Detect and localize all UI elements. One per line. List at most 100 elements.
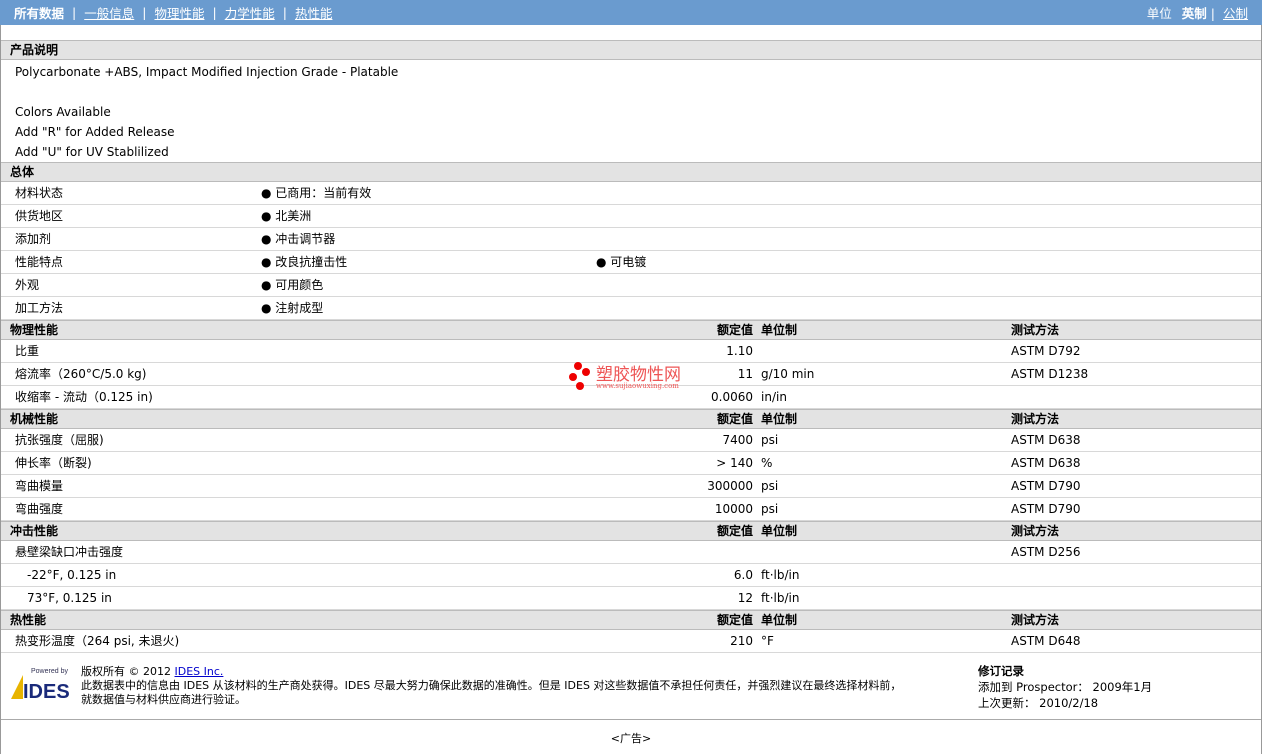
description-line: Polycarbonate +ABS, Impact Modified Inje…: [15, 65, 399, 79]
property-unit: psi: [761, 502, 779, 516]
property-label: 外观: [15, 278, 40, 292]
property-label: 伸长率（断裂): [15, 456, 92, 470]
property-label: 熔流率（260°C/5.0 kg): [15, 367, 147, 381]
property-label: 悬壁梁缺口冲击强度: [15, 545, 124, 559]
property-label: 弯曲模量: [15, 479, 64, 493]
col-value-header: 额定值: [716, 412, 753, 426]
property-value: ● 北美洲: [261, 209, 312, 223]
table-row: 抗张强度（屈服) 7400 psi ASTM D638: [1, 429, 1261, 452]
property-label: 收缩率 - 流动（0.125 in): [15, 390, 153, 404]
property-value: 11: [737, 367, 753, 381]
property-label: 材料状态: [15, 186, 64, 200]
svg-text:IDES: IDES: [23, 681, 70, 701]
property-label: -22°F, 0.125 in: [27, 568, 117, 582]
disclaimer: 此数据表中的信息由 IDES 从该材料的生产商处获得。IDES 尽最大努力确保此…: [81, 679, 902, 692]
property-label: 性能特点: [15, 255, 64, 269]
nav-physical[interactable]: 物理性能: [154, 3, 204, 22]
property-value: 7400: [722, 433, 753, 447]
property-label: 添加剂: [15, 232, 52, 246]
section-title: 物理性能: [10, 323, 59, 337]
table-row: 悬壁梁缺口冲击强度 ASTM D256: [1, 541, 1261, 564]
property-value: 6.0: [733, 568, 753, 582]
test-method: ASTM D638: [1011, 456, 1081, 470]
unit-metric[interactable]: 公制: [1223, 6, 1248, 21]
table-row: 材料状态 ● 已商用：当前有效: [1, 182, 1261, 205]
nav-all-data[interactable]: 所有数据: [14, 3, 64, 22]
nav-general[interactable]: 一般信息: [84, 3, 134, 22]
table-row: 弯曲模量 300000 psi ASTM D790: [1, 475, 1261, 498]
table-row: 添加剂 ● 冲击调节器: [1, 228, 1261, 251]
property-unit: g/10 min: [761, 367, 815, 381]
col-value-header: 额定值: [716, 323, 753, 337]
property-value: 210: [730, 634, 753, 648]
description-line: Add "R" for Added Release: [15, 125, 175, 139]
top-nav: 所有数据 | 一般信息 | 物理性能 | 力学性能 | 热性能 单位 英制 | 公制: [0, 0, 1262, 25]
disclaimer-2: 就数据值与材料供应商进行验证。: [81, 693, 246, 706]
property-value: ● 可用颜色: [261, 278, 324, 292]
property-value: ● 冲击调节器: [261, 232, 336, 246]
section-title: 机械性能: [10, 412, 59, 426]
table-row: 加工方法 ● 注射成型: [1, 297, 1261, 320]
table-row: 性能特点 ● 改良抗撞击性 ● 可电镀: [1, 251, 1261, 274]
revision-title: 修订记录: [978, 664, 1024, 678]
table-row: 外观 ● 可用颜色: [1, 274, 1261, 297]
ides-logo: Powered by IDES: [11, 668, 70, 701]
property-value: 10000: [714, 502, 753, 516]
property-unit: ft·lb/in: [761, 591, 800, 605]
description-line: Colors Available: [15, 105, 111, 119]
property-label: 供货地区: [15, 209, 64, 223]
watermark: 塑胶物性网 www.sujiaowuxing.com: [566, 360, 726, 400]
property-unit: psi: [761, 433, 779, 447]
description-line: [1, 82, 1261, 102]
test-method: ASTM D790: [1011, 479, 1081, 493]
test-method: ASTM D1238: [1011, 367, 1089, 381]
col-value-header: 额定值: [716, 613, 753, 627]
section-header: 冲击性能 额定值 单位制 测试方法: [1, 521, 1261, 541]
nav-thermal[interactable]: 热性能: [295, 3, 333, 22]
property-value: 12: [737, 591, 753, 605]
property-unit: °F: [761, 634, 774, 648]
col-test-header: 测试方法: [1011, 524, 1060, 538]
property-value: 300000: [707, 479, 753, 493]
property-unit: ft·lb/in: [761, 568, 800, 582]
property-value: 1.10: [726, 344, 753, 358]
svg-text:Powered by: Powered by: [31, 668, 68, 675]
footer: Powered by IDES 版权所有 © 2012 IDES Inc. 此数…: [1, 655, 1261, 720]
section-header: 热性能 额定值 单位制 测试方法: [1, 610, 1261, 630]
property-label: 热变形温度（264 psi, 未退火): [15, 634, 180, 648]
section-title: 热性能: [10, 613, 47, 627]
unit-english[interactable]: 英制: [1182, 6, 1207, 21]
added-date: 添加到 Prospector： 2009年1月: [978, 680, 1153, 694]
col-unit-header: 单位制: [761, 323, 798, 337]
col-test-header: 测试方法: [1011, 323, 1060, 337]
test-method: ASTM D638: [1011, 433, 1081, 447]
property-value: ● 注射成型: [261, 301, 324, 315]
col-test-header: 测试方法: [1011, 613, 1060, 627]
property-label: 抗张强度（屈服): [15, 433, 104, 447]
property-unit: psi: [761, 479, 779, 493]
table-row: 热变形温度（264 psi, 未退火) 210 °F ASTM D648: [1, 630, 1261, 653]
property-label: 比重: [15, 344, 40, 358]
property-value: ● 改良抗撞击性: [261, 255, 348, 269]
nav-mechanical[interactable]: 力学性能: [225, 3, 275, 22]
table-row: 伸长率（断裂) > 140% ASTM D638: [1, 452, 1261, 475]
table-row: 弯曲强度 10000 psi ASTM D790: [1, 498, 1261, 521]
test-method: ASTM D792: [1011, 344, 1081, 358]
test-method: ASTM D256: [1011, 545, 1081, 559]
table-row: 供货地区 ● 北美洲: [1, 205, 1261, 228]
col-value-header: 额定值: [716, 524, 753, 538]
col-test-header: 测试方法: [1011, 412, 1060, 426]
property-label: 弯曲强度: [15, 502, 64, 516]
section-header: 产品说明: [1, 40, 1261, 60]
section-header: 机械性能 额定值 单位制 测试方法: [1, 409, 1261, 429]
ad-placeholder: <广告>: [610, 732, 652, 745]
table-row: 73°F, 0.125 in 12 ft·lb/in: [1, 587, 1261, 610]
section-title: 冲击性能: [10, 524, 59, 538]
test-method: ASTM D648: [1011, 634, 1081, 648]
updated-date: 上次更新： 2010/2/18: [978, 696, 1099, 710]
description-line: Add "U" for UV Stablilized: [15, 145, 169, 159]
property-unit: in/in: [761, 390, 787, 404]
col-unit-header: 单位制: [761, 412, 798, 426]
ides-link[interactable]: IDES Inc.: [175, 665, 224, 678]
table-row: -22°F, 0.125 in 6.0 ft·lb/in: [1, 564, 1261, 587]
